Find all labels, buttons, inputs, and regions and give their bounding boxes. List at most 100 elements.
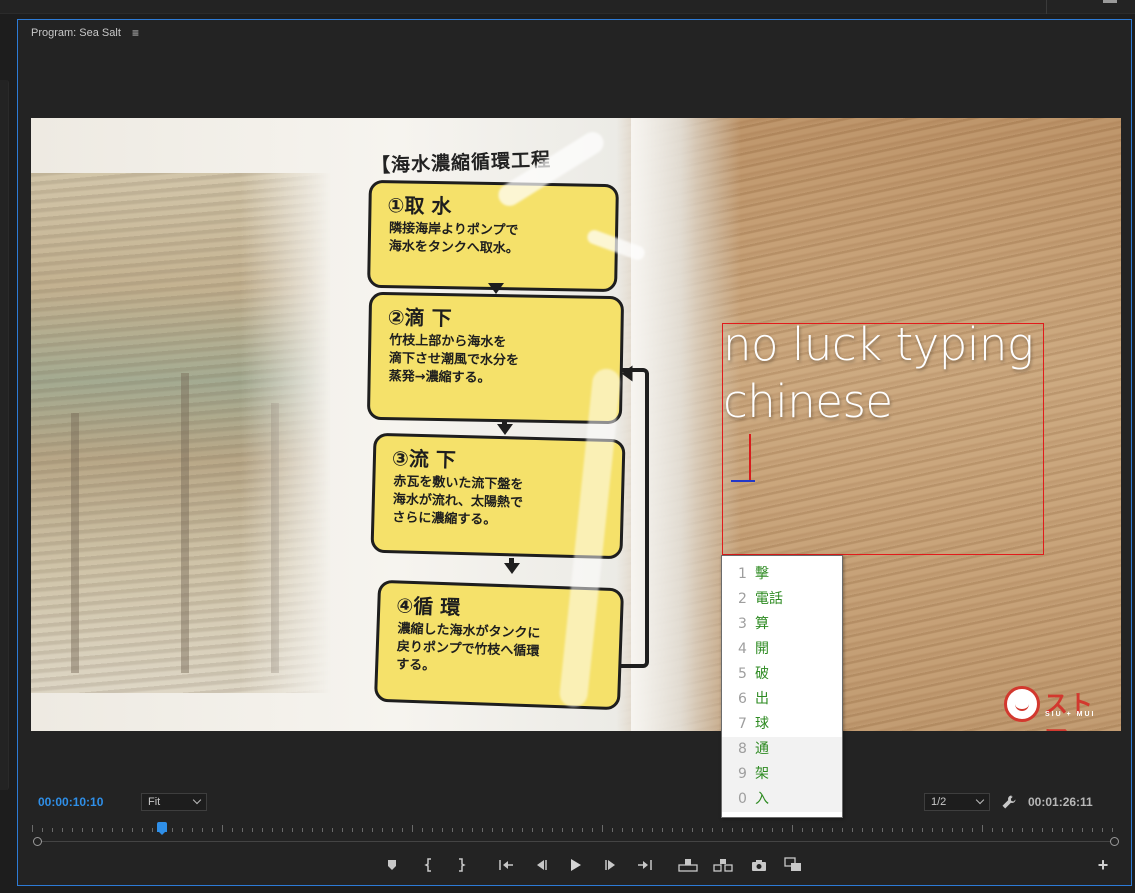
ruler-tick	[502, 828, 503, 832]
ruler-tick	[112, 828, 113, 832]
candidate-text: 出	[755, 691, 769, 707]
zoom-scroll-bar[interactable]	[38, 841, 1115, 842]
ime-candidate[interactable]: 7球	[722, 712, 842, 737]
zoom-level-select[interactable]: Fit	[141, 793, 207, 811]
ruler-tick	[722, 828, 723, 832]
ruler-tick	[142, 828, 143, 832]
step-forward-icon[interactable]	[600, 855, 622, 875]
add-marker-icon[interactable]	[381, 855, 403, 875]
ruler-tick	[832, 828, 833, 832]
hamburger-icon[interactable]: ≡	[132, 26, 139, 40]
chevron-down-icon	[192, 795, 202, 805]
go-to-in-icon[interactable]	[495, 855, 517, 875]
ruler-tick	[812, 828, 813, 832]
candidate-text: 架	[755, 766, 769, 782]
left-panel-strip	[0, 14, 16, 893]
ruler-tick	[392, 828, 393, 832]
ime-candidate[interactable]: 0入	[722, 787, 842, 812]
ime-candidate[interactable]: 2 電話	[722, 587, 842, 612]
candidate-number: 6	[738, 691, 747, 707]
loop-return-line	[621, 368, 649, 668]
lift-icon[interactable]	[677, 855, 699, 875]
ruler-tick	[732, 828, 733, 832]
ruler-tick	[1042, 828, 1043, 832]
ruler-tick	[492, 828, 493, 832]
export-frame-icon[interactable]	[748, 855, 770, 875]
process-step-1: ①取 水 隣接海岸よりポンプで 海水をタンクへ取水。	[367, 179, 619, 293]
candidate-number: 3	[738, 616, 747, 632]
ruler-tick	[62, 828, 63, 832]
ruler-tick	[712, 828, 713, 832]
ime-candidate[interactable]: 1擊	[722, 562, 842, 587]
ruler-tick	[182, 828, 183, 832]
video-frame[interactable]: 【海水濃縮循環工程 ①取 水 隣接海岸よりポンプで 海水をタンクへ取水。 ②滴 …	[31, 118, 1121, 731]
go-to-out-icon[interactable]	[634, 855, 656, 875]
extract-icon[interactable]	[712, 855, 734, 875]
ruler-tick	[272, 828, 273, 832]
ruler-tick	[612, 828, 613, 832]
playhead-timecode[interactable]: 00:00:10:10	[38, 795, 103, 809]
ruler-tick	[792, 825, 793, 832]
ruler-tick	[262, 828, 263, 832]
panel-menu-icon[interactable]	[1103, 0, 1117, 3]
candidate-number: 8	[738, 741, 747, 757]
ruler-tick	[352, 828, 353, 832]
hut-post	[271, 403, 279, 673]
ime-candidate[interactable]: 6出	[722, 687, 842, 712]
settings-wrench-icon[interactable]	[1000, 793, 1018, 811]
ruler-tick	[1032, 828, 1033, 832]
ime-candidate[interactable]: 4開	[722, 637, 842, 662]
time-ruler[interactable]	[32, 822, 1117, 834]
ime-candidate[interactable]: 9架	[722, 762, 842, 787]
zoom-scroll-handle-right[interactable]	[1110, 837, 1119, 846]
ruler-tick	[872, 828, 873, 832]
mark-in-icon[interactable]	[418, 855, 440, 875]
ruler-tick	[202, 828, 203, 832]
ime-candidate[interactable]: 8通	[722, 737, 842, 762]
ime-candidate[interactable]: 3算	[722, 612, 842, 637]
ruler-tick	[982, 825, 983, 832]
ruler-tick	[752, 828, 753, 832]
ruler-tick	[552, 828, 553, 832]
ruler-tick	[842, 828, 843, 832]
zoom-level-value: Fit	[148, 796, 161, 808]
candidate-number: 7	[738, 716, 747, 732]
step-back-icon[interactable]	[530, 855, 552, 875]
text-layer-bounding-box[interactable]	[722, 323, 1044, 555]
play-icon[interactable]	[564, 855, 586, 875]
candidate-number: 1	[738, 566, 747, 582]
logo-face-icon	[1004, 686, 1040, 722]
logo-text: ストア	[1044, 690, 1094, 731]
ruler-tick	[822, 828, 823, 832]
ime-candidate[interactable]: 5破	[722, 662, 842, 687]
ruler-tick	[922, 828, 923, 832]
ruler-tick	[532, 828, 533, 832]
ruler-tick	[1012, 828, 1013, 832]
ruler-tick	[242, 828, 243, 832]
panel-tab-title[interactable]: Program: Sea Salt	[31, 27, 121, 39]
playhead-marker[interactable]	[157, 822, 167, 835]
zoom-scroll-handle-left[interactable]	[33, 837, 42, 846]
ruler-tick	[452, 828, 453, 832]
ruler-tick	[422, 828, 423, 832]
ime-candidate-window[interactable]: 1擊 2 電話 3算 4開 5破 6出 7球 8通 9架 0入	[721, 555, 843, 818]
ruler-tick	[302, 828, 303, 832]
ruler-tick	[1062, 828, 1063, 832]
ruler-tick	[522, 828, 523, 832]
ruler-tick	[222, 825, 223, 832]
ruler-tick	[582, 828, 583, 832]
ruler-tick	[912, 828, 913, 832]
playback-resolution-select[interactable]: 1/2	[924, 793, 990, 811]
process-step-2: ②滴 下 竹枝上部から海水を 滴下させ潮風で水分を 蒸発→濃縮する。	[366, 291, 625, 425]
resolution-value: 1/2	[931, 796, 947, 808]
ruler-tick	[92, 828, 93, 832]
compare-view-icon[interactable]	[782, 855, 804, 875]
ruler-tick	[372, 828, 373, 832]
candidate-text: 開	[755, 641, 769, 657]
ruler-tick	[682, 828, 683, 832]
mark-out-icon[interactable]	[450, 855, 472, 875]
channel-logo: ストア SIU + MUI	[1004, 686, 1104, 731]
ruler-tick	[932, 828, 933, 832]
button-editor-plus-icon[interactable]: +	[1095, 856, 1111, 874]
ruler-tick	[622, 828, 623, 832]
